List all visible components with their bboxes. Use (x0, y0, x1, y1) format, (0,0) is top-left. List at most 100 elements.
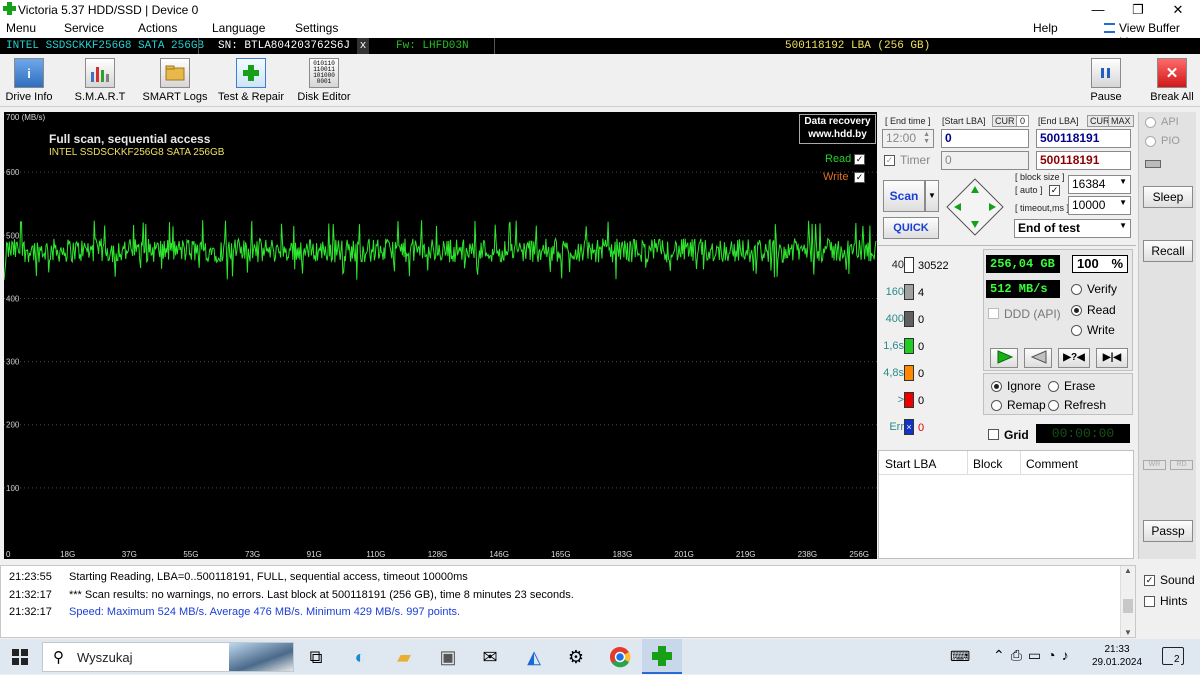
passp-button[interactable]: Passp (1143, 520, 1193, 542)
minimize-button[interactable]: — (1078, 0, 1118, 19)
timer-field[interactable]: 0 (941, 151, 1029, 170)
menu-item-settings[interactable]: Settings (295, 21, 338, 35)
control-panel: [ End time ] 12:00 ▲ ▼ [Start LBA] CUR 0 0… (878, 112, 1136, 559)
log-time: 21:23:55 (9, 571, 52, 583)
disk-editor-button[interactable]: 010110 110011 101000 0001 Disk Editor (292, 58, 356, 103)
mail-icon[interactable]: ✉ (472, 644, 508, 670)
stat-count: 30522 (918, 260, 949, 272)
close-button[interactable]: ✕ (1158, 0, 1198, 19)
auto-checkbox[interactable]: ✓ (1049, 185, 1060, 196)
smart-logs-button[interactable]: SMART Logs (140, 58, 210, 103)
write-radio[interactable]: Write (1071, 323, 1115, 337)
block-size-select[interactable]: 16384 ▼ (1068, 175, 1131, 194)
settings-gear-icon[interactable]: ⚙ (558, 644, 594, 670)
stat-count: 0 (918, 395, 925, 407)
end-lba-field-2[interactable]: 500118191 (1036, 151, 1131, 170)
victoria-taskbar-icon[interactable] (642, 639, 682, 674)
x-tick-18G: 18G (60, 550, 75, 559)
keyboard-icon[interactable]: ⌨ (950, 648, 970, 665)
plus-icon (236, 58, 266, 88)
percent-display: 100% (1072, 255, 1128, 273)
rewind-button[interactable] (1024, 348, 1052, 368)
start-cur-button[interactable]: CUR (992, 115, 1018, 127)
chrome-icon[interactable] (602, 644, 638, 670)
scan-button[interactable]: Scan (883, 180, 925, 212)
write-legend-checkbox[interactable]: ✓ (854, 172, 865, 183)
quick-button[interactable]: QUICK (883, 217, 939, 239)
verify-radio[interactable]: Verify (1071, 282, 1117, 296)
scan-dropdown-arrow[interactable]: ▼ (925, 180, 939, 212)
stat-row-5: >0 (880, 392, 980, 410)
end-of-test-select[interactable]: End of test ▼ (1014, 219, 1131, 238)
start-cur-value[interactable]: 0 (1016, 115, 1030, 127)
hints-checkbox[interactable]: Hints (1144, 594, 1187, 608)
test-repair-button[interactable]: Test & Repair (216, 58, 286, 103)
end-time-field[interactable]: 12:00 ▲ ▼ (882, 129, 934, 148)
col-comment[interactable]: Comment (1026, 457, 1078, 471)
folder-icon (160, 58, 190, 88)
task-view-icon[interactable]: ⧉ (298, 644, 334, 670)
start-lba-field[interactable]: 0 (941, 129, 1029, 148)
store-icon[interactable]: ▣ (430, 644, 466, 670)
timeout-select[interactable]: 10000 ▼ (1068, 196, 1131, 215)
col-block[interactable]: Block (973, 457, 1002, 471)
menu-item-help[interactable]: Help (1033, 21, 1058, 35)
play-button[interactable] (990, 348, 1018, 368)
menu-item-language[interactable]: Language (212, 21, 265, 35)
pio-radio[interactable]: PIO (1145, 135, 1180, 147)
menu-item-menu[interactable]: Menu (6, 21, 36, 35)
wr-indicator: WR (1143, 460, 1166, 470)
ignore-radio[interactable]: Ignore (991, 379, 1041, 393)
timer-checkbox[interactable]: ✓ (884, 155, 895, 166)
pause-button[interactable]: Pause (1082, 58, 1130, 103)
erase-radio[interactable]: Erase (1048, 379, 1095, 393)
play-icon (997, 350, 1014, 364)
maximize-button[interactable]: ❐ (1118, 0, 1158, 19)
smart-button[interactable]: S.M.A.R.T (72, 58, 128, 103)
read-radio[interactable]: Read (1071, 303, 1116, 317)
auto-label: [ auto ] (1015, 185, 1043, 195)
refresh-radio[interactable]: Refresh (1048, 398, 1106, 412)
grid-checkbox[interactable] (988, 429, 999, 440)
sleep-button[interactable]: Sleep (1143, 186, 1193, 208)
graph-subtitle: INTEL SSDSCKKF256G8 SATA 256GB (49, 147, 225, 158)
file-explorer-icon[interactable]: ▰ (386, 644, 422, 670)
drive-model[interactable]: INTEL SSDSCKKF256G8 SATA 256GB (6, 38, 204, 54)
windows-start-icon[interactable] (12, 649, 28, 665)
sound-checkbox[interactable]: ✓ Sound (1144, 573, 1195, 587)
menu-item-service[interactable]: Service (64, 21, 104, 35)
stat-row-2: 400 0 (880, 311, 980, 329)
x-tick-110G: 110G (366, 550, 385, 559)
log-scrollbar[interactable]: ▲ ▼ (1120, 566, 1135, 637)
recall-button[interactable]: Recall (1143, 240, 1193, 262)
y-tick-400: 400 (6, 294, 20, 303)
data-recovery-link[interactable]: Data recovery www.hdd.by (799, 114, 876, 144)
end-lba-field[interactable]: 500118191 (1036, 129, 1131, 148)
drive-capacity: 500118192 LBA (256 GB) (785, 40, 931, 52)
skip-button[interactable]: ▶?◀ (1058, 348, 1090, 368)
info-icon: i (14, 58, 44, 88)
search-box[interactable]: ⚲ Wyszukaj (42, 642, 294, 672)
edge-icon[interactable]: ◐ (342, 644, 378, 670)
ddd-checkbox[interactable] (988, 308, 999, 319)
col-start-lba[interactable]: Start LBA (885, 457, 936, 471)
deploy-icon[interactable]: ◭ (516, 644, 552, 670)
read-legend-checkbox[interactable]: ✓ (854, 154, 865, 165)
end-button[interactable]: ▶|◀ (1096, 348, 1128, 368)
speed-graph: 100 200 300 400 500 600 0 18G 37G 55G 73G 91G 110G 12… (4, 112, 877, 559)
drive-close-x[interactable]: x (357, 38, 369, 54)
end-max-button[interactable]: MAX (1108, 115, 1134, 127)
x-tick-73G: 73G (245, 550, 260, 559)
tray-icons[interactable]: ⌃⎙▭◔♪ (993, 647, 1075, 664)
notification-icon[interactable]: 2 (1162, 647, 1184, 665)
api-radio[interactable]: API (1145, 116, 1179, 128)
direction-pad[interactable] (946, 178, 1004, 236)
stat-color-swatch (904, 392, 914, 408)
y-tick-500: 500 (6, 231, 20, 240)
remap-radio[interactable]: Remap (991, 398, 1046, 412)
break-all-button[interactable]: ✕ Break All (1146, 58, 1198, 103)
drive-info-button[interactable]: i Drive Info (4, 58, 54, 103)
menu-item-actions[interactable]: Actions (138, 21, 177, 35)
log-message: *** Scan results: no warnings, no errors… (69, 588, 574, 601)
clock[interactable]: 21:33 29.01.2024 (1086, 643, 1148, 669)
